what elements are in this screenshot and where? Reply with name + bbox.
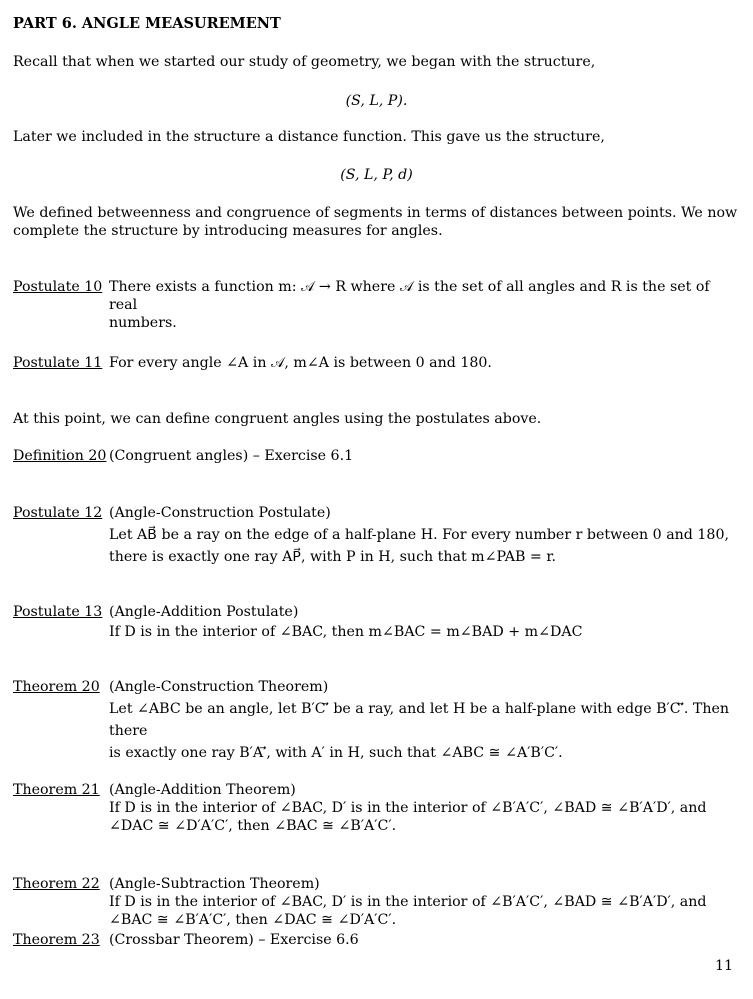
theorem-21-label: Theorem 21 bbox=[13, 782, 100, 798]
postulate-11-text: For every angle ∠A in 𝒜, m∠A is between … bbox=[109, 354, 733, 372]
definition-20-text: (Congruent angles) – Exercise 6.1 bbox=[109, 447, 733, 465]
theorem-22-line-3: ∠BAC ≅ ∠B′A′C′, then ∠DAC ≅ ∠D′A′C′. bbox=[109, 912, 397, 928]
theorem-23-line-1: (Crossbar Theorem) – Exercise 6.6 bbox=[109, 932, 359, 948]
theorem-23-label: Theorem 23 bbox=[13, 932, 100, 948]
theorem-21-line-3: ∠DAC ≅ ∠D′A′C′, then ∠BAC ≅ ∠B′A′C′. bbox=[109, 818, 397, 834]
postulate-11-line-1: For every angle ∠A in 𝒜, m∠A is between … bbox=[109, 355, 492, 371]
page-number: 11 bbox=[714, 958, 733, 974]
theorem-20-text: (Angle-Construction Theorem) Let ∠ABC be… bbox=[109, 676, 733, 764]
theorem-20-line-1: (Angle-Construction Theorem) bbox=[109, 679, 329, 695]
postulate-12-text: (Angle-Construction Postulate) Let AB⃗ b… bbox=[109, 502, 733, 568]
postulate-11-label: Postulate 11 bbox=[13, 355, 103, 371]
postulate-13-line-2: If D is in the interior of ∠BAC, then m∠… bbox=[109, 624, 583, 640]
postulate-13-line-1: (Angle-Addition Postulate) bbox=[109, 604, 299, 620]
intro-paragraph-2: Later we included in the structure a dis… bbox=[13, 129, 605, 145]
definition-20-line-1: (Congruent angles) – Exercise 6.1 bbox=[109, 448, 354, 464]
theorem-20-label: Theorem 20 bbox=[13, 679, 100, 695]
postulate-13-label: Postulate 13 bbox=[13, 604, 103, 620]
theorem-21-text: (Angle-Addition Theorem) If D is in the … bbox=[109, 781, 733, 835]
postulate-12-line-1: (Angle-Construction Postulate) bbox=[109, 505, 331, 521]
postulate-10-line-1: There exists a function m: 𝒜 → R where 𝒜… bbox=[109, 279, 710, 313]
theorem-22-line-2: If D is in the interior of ∠BAC, D′ is i… bbox=[109, 894, 707, 910]
postulate-12-line-3: there is exactly one ray AP⃗, with P in … bbox=[109, 549, 557, 565]
postulate-10-line-2: numbers. bbox=[109, 315, 177, 331]
postulate-12-label: Postulate 12 bbox=[13, 505, 103, 521]
theorem-22-text: (Angle-Subtraction Theorem) If D is in t… bbox=[109, 875, 733, 929]
postulate-10-text: There exists a function m: 𝒜 → R where 𝒜… bbox=[109, 278, 733, 332]
theorem-20-line-3: is exactly one ray B′A′⃗, with A′ in H, … bbox=[109, 745, 563, 761]
mid-paragraph: At this point, we can define congruent a… bbox=[13, 411, 542, 427]
intro-paragraph-3-line-1: We defined betweenness and congruence of… bbox=[13, 205, 738, 221]
structure-equation-2: (S, L, P, d) bbox=[340, 167, 413, 183]
intro-paragraph-3-line-2: complete the structure by introducing me… bbox=[13, 223, 443, 239]
intro-paragraph-1: Recall that when we started our study of… bbox=[13, 54, 596, 70]
theorem-22-label: Theorem 22 bbox=[13, 876, 100, 892]
theorem-22-line-1: (Angle-Subtraction Theorem) bbox=[109, 876, 320, 892]
theorem-21-line-1: (Angle-Addition Theorem) bbox=[109, 782, 296, 798]
theorem-20-line-2: Let ∠ABC be an angle, let B′C′⃗ be a ray… bbox=[109, 701, 730, 739]
theorem-21-line-2: If D is in the interior of ∠BAC, D′ is i… bbox=[109, 800, 707, 816]
theorem-23-text: (Crossbar Theorem) – Exercise 6.6 bbox=[109, 931, 733, 949]
structure-equation-1: (S, L, P). bbox=[345, 93, 408, 109]
postulate-13-text: (Angle-Addition Postulate) If D is in th… bbox=[109, 603, 733, 641]
postulate-12-line-2: Let AB⃗ be a ray on the edge of a half-p… bbox=[109, 527, 729, 543]
section-heading: PART 6. ANGLE MEASUREMENT bbox=[13, 15, 281, 32]
postulate-10-label: Postulate 10 bbox=[13, 279, 103, 295]
definition-20-label: Definition 20 bbox=[13, 448, 107, 464]
